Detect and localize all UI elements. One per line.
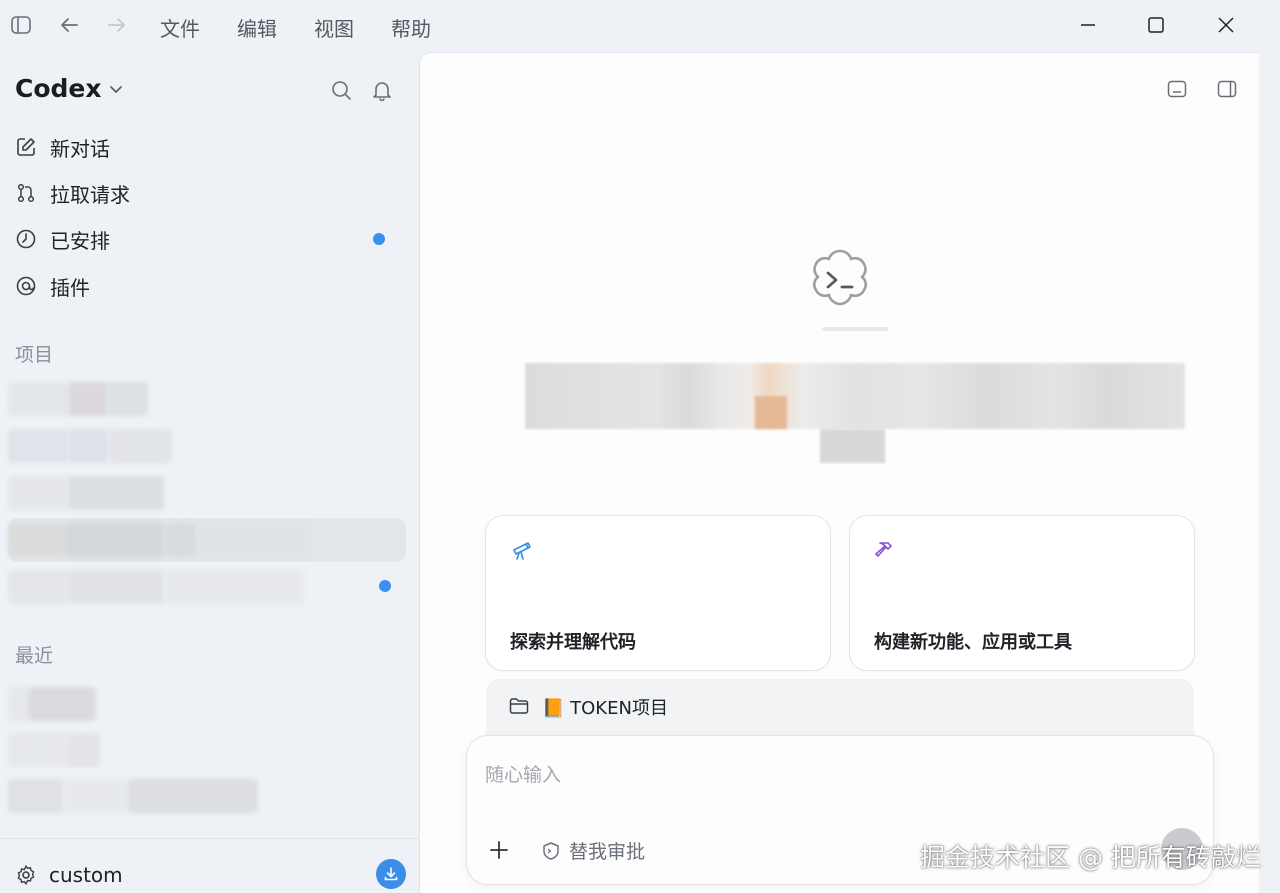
nav-plugins[interactable]: 插件	[14, 267, 406, 305]
right-panel-toggle-icon[interactable]	[1215, 77, 1239, 101]
build-feature-card[interactable]: 构建新功能、应用或工具	[849, 515, 1195, 671]
folder-icon	[508, 695, 530, 717]
card-label: 探索并理解代码	[510, 632, 636, 653]
approve-label: 替我审批	[569, 841, 646, 863]
list-item[interactable]	[8, 377, 148, 421]
sidebar-toggle-icon[interactable]	[8, 12, 34, 38]
edit-icon	[14, 135, 38, 159]
title-bar: 文件 编辑 视图 帮助	[0, 0, 1280, 52]
sidebar: Codex 新对话 拉取请求 已安排 插件 项目 最近 custom	[0, 52, 420, 893]
recent-section-label: 最近	[15, 645, 54, 667]
terminal-panel-icon[interactable]	[1165, 77, 1189, 101]
explore-code-card[interactable]: 探索并理解代码	[485, 515, 831, 671]
menu-file[interactable]: 文件	[160, 13, 200, 42]
app-switcher[interactable]: Codex	[15, 74, 124, 103]
nav-scheduled[interactable]: 已安排	[14, 220, 406, 258]
settings-label: custom	[49, 863, 123, 887]
card-label: 构建新功能、应用或工具	[874, 632, 1072, 653]
list-item[interactable]	[8, 424, 172, 468]
gear-icon	[17, 865, 35, 885]
project-label: 📙 TOKEN项目	[542, 698, 668, 719]
composer-input[interactable]: 随心输入	[485, 760, 561, 787]
list-item[interactable]	[8, 518, 406, 562]
menu-help[interactable]: 帮助	[391, 13, 431, 42]
watermark: 掘金技术社区 @ 把所有砖敲烂	[920, 843, 1261, 872]
maximize-icon[interactable]	[1138, 10, 1174, 40]
logo-divider	[822, 327, 888, 331]
menu-edit[interactable]: 编辑	[237, 13, 277, 42]
back-arrow-icon[interactable]	[56, 12, 82, 38]
telescope-icon	[510, 538, 534, 562]
chevron-down-icon	[109, 85, 122, 93]
search-icon[interactable]	[329, 78, 353, 102]
nav-label: 新对话	[50, 136, 110, 161]
sidebar-footer: custom	[0, 838, 420, 893]
scheduled-badge	[373, 233, 385, 245]
minimize-icon[interactable]	[1070, 10, 1106, 40]
list-item[interactable]	[8, 774, 258, 818]
blurred-heading	[525, 363, 1185, 493]
nav-pull-requests[interactable]: 拉取请求	[14, 174, 406, 212]
main-panel: 探索并理解代码 构建新功能、应用或工具 📙 TOKEN项目 随心输入 替我审批	[419, 52, 1259, 893]
bell-icon[interactable]	[370, 78, 394, 102]
nav-new-chat[interactable]: 新对话	[14, 128, 406, 166]
settings-button[interactable]: custom	[15, 863, 123, 887]
plugin-icon	[14, 274, 38, 298]
nav-label: 拉取请求	[50, 182, 130, 207]
list-item[interactable]	[8, 471, 164, 515]
auto-approve-toggle[interactable]: 替我审批	[541, 837, 645, 864]
shield-icon	[543, 841, 559, 860]
download-icon	[384, 867, 398, 881]
nav-label: 已安排	[50, 228, 110, 253]
project-selector[interactable]: 📙 TOKEN项目	[486, 679, 1194, 739]
project-badge	[379, 580, 391, 592]
projects-section-label: 项目	[15, 344, 54, 366]
nav-label: 插件	[50, 275, 90, 300]
add-attachment-icon[interactable]	[487, 838, 511, 862]
close-icon[interactable]	[1208, 10, 1244, 40]
git-pull-request-icon	[14, 181, 38, 205]
app-title: Codex	[15, 74, 102, 103]
list-item[interactable]	[8, 682, 96, 726]
forward-arrow-icon[interactable]	[104, 12, 130, 38]
codex-logo-icon	[800, 241, 880, 321]
download-update-button[interactable]	[376, 859, 406, 889]
menu-view[interactable]: 视图	[314, 13, 354, 42]
clock-icon	[14, 227, 38, 251]
list-item[interactable]	[8, 728, 100, 772]
hammer-icon	[874, 538, 898, 562]
list-item[interactable]	[8, 565, 304, 609]
